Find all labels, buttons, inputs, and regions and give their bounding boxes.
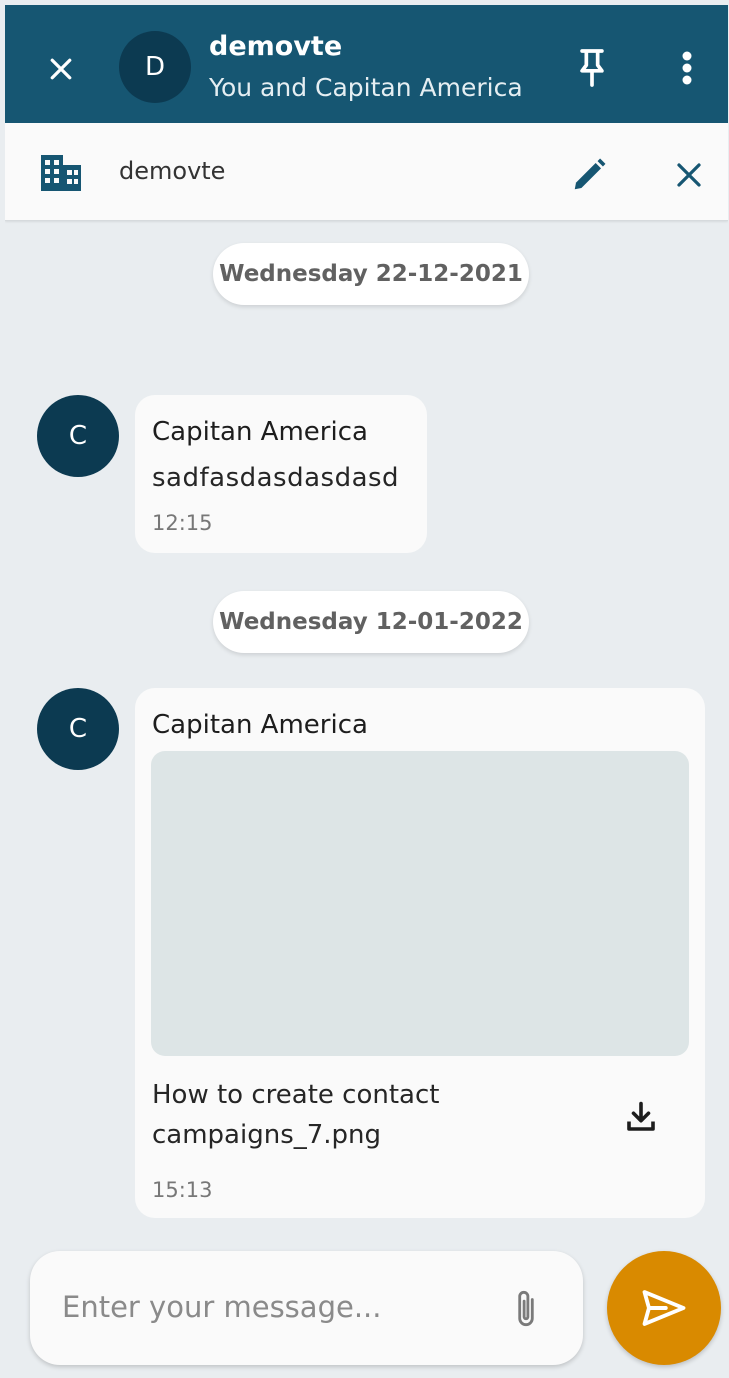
download-button[interactable] (617, 1093, 665, 1141)
context-bar: demovte (5, 123, 728, 221)
file-name: How to create contact campaigns_7.png (152, 1075, 439, 1155)
attach-button[interactable] (504, 1283, 548, 1335)
chat-avatar: D (119, 31, 191, 103)
more-options-button[interactable] (665, 43, 709, 93)
message-bubble: Capitan America sadfasdasdasdasd 12:15 (135, 395, 427, 553)
date-separator: Wednesday 12-01-2022 (213, 591, 529, 653)
building-icon (41, 155, 81, 191)
image-preview[interactable] (151, 751, 689, 1056)
close-icon (677, 163, 701, 187)
message-composer (30, 1251, 583, 1365)
chat-window: D demovte You and Capitan America demovt… (5, 5, 728, 1378)
message-time: 12:15 (152, 511, 213, 535)
message-text: sadfasdasdasdasd (152, 463, 400, 493)
download-icon (627, 1101, 655, 1131)
pin-button[interactable] (567, 43, 617, 93)
message-bubble: Capitan America How to create contact ca… (135, 688, 705, 1218)
file-name-line: How to create contact (152, 1080, 440, 1110)
more-vert-icon (682, 51, 692, 85)
sender-avatar: C (37, 395, 119, 477)
close-context-button[interactable] (665, 151, 713, 199)
message-time: 15:13 (152, 1178, 213, 1202)
close-icon (50, 58, 72, 80)
sender-avatar: C (37, 688, 119, 770)
pin-icon (580, 49, 604, 87)
attach-icon (518, 1290, 534, 1327)
context-label: demovte (119, 157, 226, 185)
send-button[interactable] (607, 1251, 721, 1365)
chat-title: demovte (209, 31, 343, 62)
sender-name: Capitan America (152, 417, 368, 447)
chat-participants: You and Capitan America (209, 73, 523, 102)
send-icon (642, 1290, 686, 1326)
close-chat-button[interactable] (39, 47, 83, 91)
edit-button[interactable] (565, 151, 613, 199)
edit-icon (574, 158, 606, 190)
date-separator: Wednesday 22-12-2021 (213, 243, 529, 305)
sender-name: Capitan America (152, 710, 368, 740)
message-input[interactable] (62, 1281, 462, 1333)
chat-header: D demovte You and Capitan America (5, 5, 728, 123)
file-name-line: campaigns_7.png (152, 1120, 382, 1150)
